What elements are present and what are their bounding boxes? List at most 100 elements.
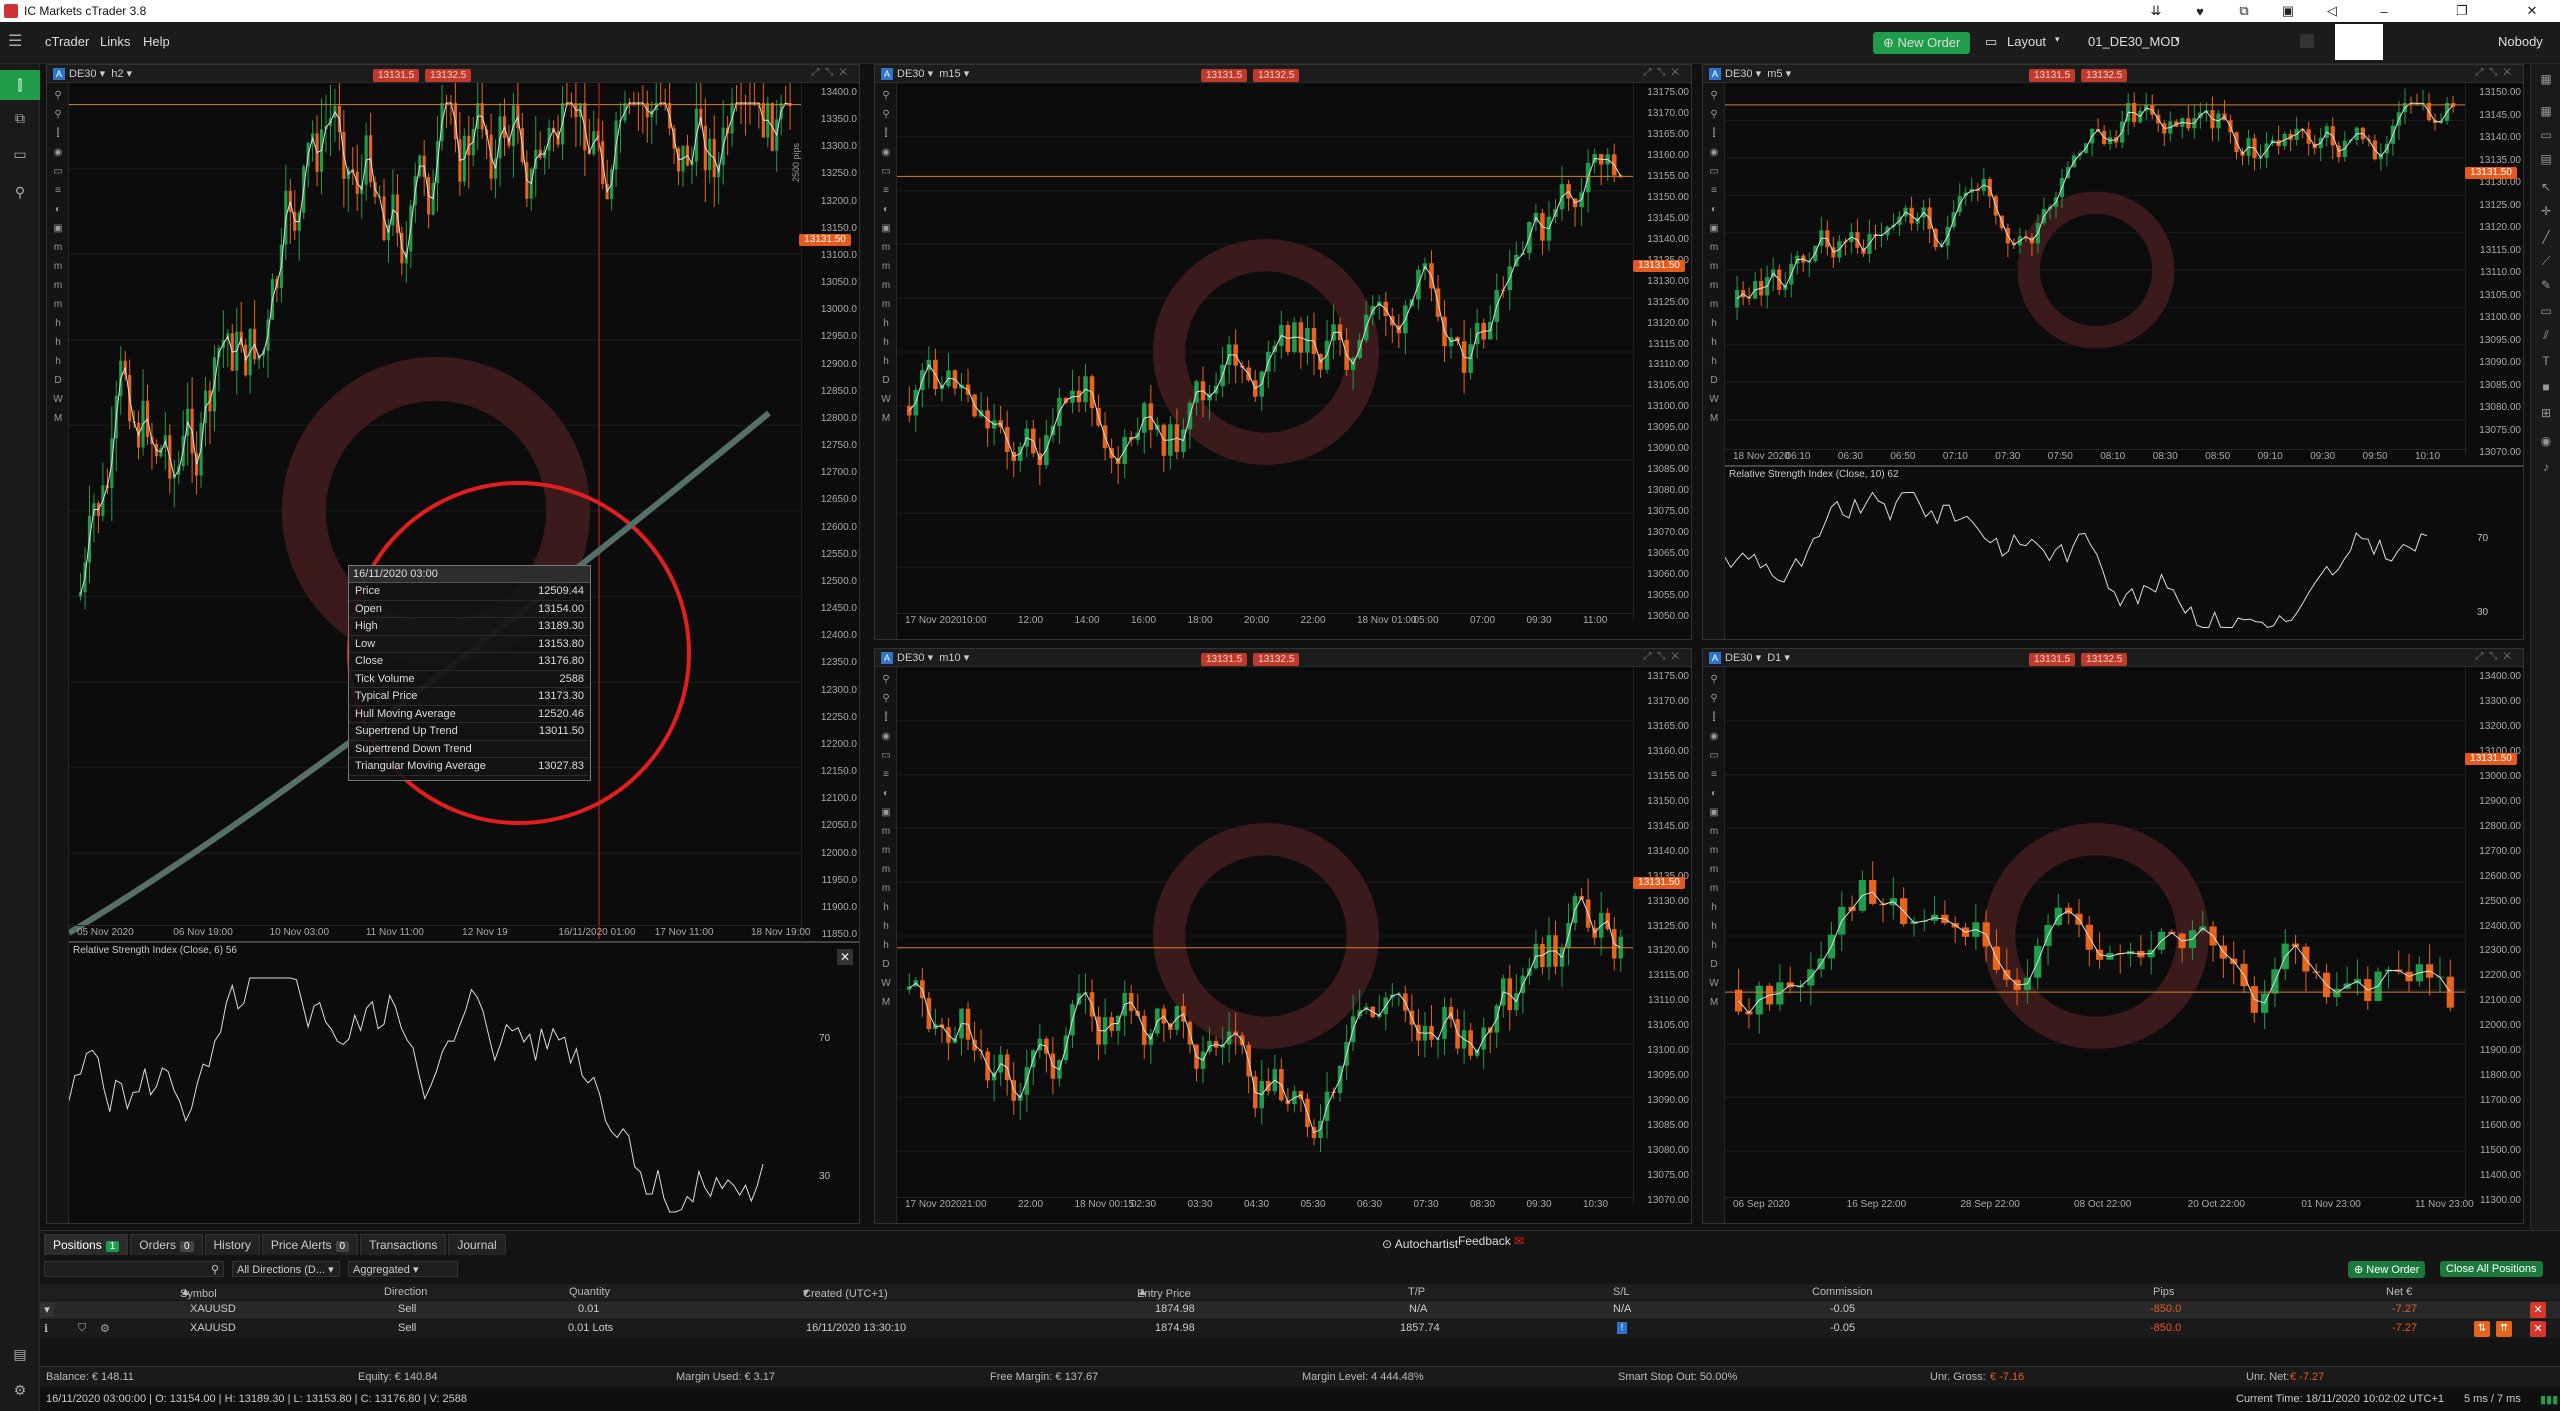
chart-timeframe[interactable]: D1 — [1767, 652, 1781, 664]
chart-tool-icon[interactable]: ⫿ — [51, 127, 65, 140]
ask-tag[interactable]: 13132.5 — [1253, 653, 1300, 666]
menu-links[interactable]: Links — [100, 34, 130, 49]
chart-symbol[interactable]: DE30 — [1725, 68, 1753, 80]
time-axis[interactable]: 05 Nov 2020 06 Nov 19:00 10 Nov 03:00 11 No… — [69, 925, 811, 939]
chart-tool-icon[interactable]: h — [1707, 336, 1721, 349]
price-plot[interactable] — [1725, 667, 2467, 1205]
price-plot[interactable] — [1725, 83, 2467, 457]
chart-tool-icon[interactable]: ◉ — [1707, 730, 1721, 743]
chart-tool-icon[interactable]: ≡ — [879, 768, 893, 781]
reverse-position-button[interactable]: ⇅ — [2474, 1321, 2490, 1337]
theme-icon[interactable] — [2300, 34, 2314, 48]
chart-tool-icon[interactable]: W — [51, 393, 65, 406]
chart-tool-icon[interactable]: ▭ — [1707, 749, 1721, 762]
chart-tool-icon[interactable]: ▣ — [1707, 222, 1721, 235]
chart-tool-icon[interactable]: m — [1707, 825, 1721, 838]
chart-tool-icon[interactable]: ▭ — [1707, 165, 1721, 178]
chart-tool-icon[interactable]: ▭ — [51, 165, 65, 178]
chart-timeframe[interactable]: h2 — [111, 68, 123, 80]
chart-tool-icon[interactable]: h — [51, 317, 65, 330]
col-created[interactable]: Created (UTC+1) ▾ — [803, 1286, 888, 1300]
chart-tool-icon[interactable]: ◐ — [1707, 203, 1721, 216]
copy-icon[interactable]: ⧉ — [2222, 0, 2266, 22]
close-position-group-button[interactable]: ✕ — [2530, 1302, 2546, 1318]
price-axis[interactable]: 13400.00 13300.00 13200.00 13100.00 13000.00… — [2465, 667, 2523, 1206]
chart-tool-icon[interactable]: ⚲ — [1707, 673, 1721, 686]
sl-edit-icon[interactable]: ! — [1617, 1322, 1627, 1334]
chart-tool-icon[interactable]: m — [51, 260, 65, 273]
alert-bell-icon[interactable]: ♪ — [2538, 460, 2554, 474]
chart-tool-icon[interactable]: m — [1707, 844, 1721, 857]
price-plot[interactable] — [897, 667, 1635, 1205]
time-axis[interactable]: 06 Sep 2020 16 Sep 22:00 28 Sep 22:00 08 Oc… — [1725, 1197, 2474, 1211]
autochartist-button[interactable]: ⊙ Autochartist — [1382, 1237, 1458, 1251]
chart-tool-icon[interactable]: M — [1707, 412, 1721, 425]
menu-help[interactable]: Help — [143, 34, 170, 49]
price-plot[interactable] — [897, 83, 1635, 621]
close-icon[interactable]: ✕ — [2510, 0, 2554, 22]
chart-tool-icon[interactable]: ◐ — [879, 787, 893, 800]
chart-window-de30-m10[interactable]: A DE30 ▾ m10 ▾ ⤢⤡✕ ⚲ ⚲ ⫿ ◉ ▭ ≡ ◐ ▣ m m m m h h h D W M 13… — [874, 648, 1692, 1224]
chart-window-de30-m15[interactable]: A DE30 ▾ m15 ▾ ⤢⤡✕ ⚲ ⚲ ⫿ ◉ ▭ ≡ ◐ ▣ m m m m h h h D W M 13… — [874, 64, 1692, 640]
col-tp[interactable]: T/P — [1408, 1286, 1425, 1298]
chart-tool-icon[interactable]: ≡ — [51, 184, 65, 197]
chart-tool-icon[interactable]: m — [879, 279, 893, 292]
chart-tool-icon[interactable]: ⚲ — [879, 692, 893, 705]
close-all-positions-button[interactable]: Close All Positions — [2440, 1261, 2543, 1277]
chart-layout-icon[interactable]: ▦ — [2538, 72, 2554, 86]
ask-tag[interactable]: 13132.5 — [1253, 69, 1300, 82]
chart-tool-icon[interactable]: m — [879, 863, 893, 876]
cursor-icon[interactable]: ↖ — [2538, 180, 2554, 194]
price-plot[interactable] — [69, 83, 803, 939]
new-order-button[interactable]: ⊕ New Order — [1873, 32, 1971, 54]
col-entry-price[interactable]: Entry Price ▲ — [1137, 1286, 1191, 1300]
copy-trade-icon[interactable]: ⧉ — [10, 110, 30, 128]
pencil-icon[interactable]: ✎ — [2538, 278, 2554, 292]
workspace-dropdown[interactable]: 01_DE30_MOD — [2088, 34, 2180, 49]
shield-icon[interactable]: ⛉ — [78, 1322, 86, 1335]
chart-tool-icon[interactable]: ◉ — [879, 146, 893, 159]
chart-tool-icon[interactable]: W — [879, 977, 893, 990]
bid-tag[interactable]: 13131.5 — [2029, 653, 2076, 666]
chart-tool-icon[interactable]: ⚲ — [1707, 108, 1721, 121]
tab-transactions[interactable]: Transactions — [360, 1234, 447, 1255]
col-direction[interactable]: Direction — [384, 1286, 427, 1298]
chart-symbol[interactable]: DE30 — [1725, 652, 1753, 664]
chart-tool-icon[interactable]: h — [1707, 317, 1721, 330]
chart-tool-icon[interactable]: ⫿ — [1707, 711, 1721, 724]
ruler-icon[interactable]: ⊞ — [2538, 406, 2554, 420]
chart-tool-icon[interactable]: D — [879, 374, 893, 387]
tile-icon[interactable]: ▤ — [2538, 152, 2554, 166]
chart-tool-icon[interactable]: M — [879, 996, 893, 1009]
chart-timeframe[interactable]: m10 — [939, 652, 960, 664]
chart-tool-icon[interactable]: ⚲ — [1707, 89, 1721, 102]
price-axis[interactable]: 13150.00 13145.00 13140.00 13135.00 13130.00… — [2465, 83, 2523, 458]
chart-tool-icon[interactable]: ⚲ — [1707, 692, 1721, 705]
chart-tool-icon[interactable]: m — [51, 279, 65, 292]
chart-tool-icon[interactable]: ≡ — [1707, 184, 1721, 197]
camera-icon[interactable]: ▣ — [2266, 0, 2310, 22]
chart-tool-icon[interactable]: ▭ — [879, 749, 893, 762]
crosshair-icon[interactable]: ✛ — [2538, 204, 2554, 218]
window-icon[interactable]: ▭ — [2538, 128, 2554, 142]
bid-tag[interactable]: 13131.5 — [1201, 69, 1248, 82]
price-axis[interactable]: 13175.00 13170.00 13165.00 13160.00 13155.00… — [1633, 83, 1691, 622]
settings-gear-icon[interactable]: ⚙ — [10, 1382, 30, 1400]
channel-icon[interactable]: ⫽ — [2538, 328, 2554, 342]
chart-tool-icon[interactable]: ◉ — [51, 146, 65, 159]
col-sl[interactable]: S/L — [1613, 1286, 1630, 1298]
chart-tool-icon[interactable]: m — [1707, 260, 1721, 273]
chart-tool-icon[interactable]: h — [1707, 901, 1721, 914]
chart-tool-icon[interactable]: ▣ — [879, 222, 893, 235]
chart-tool-icon[interactable]: ▭ — [879, 165, 893, 178]
heart-icon[interactable]: ♥ — [2178, 0, 2222, 22]
position-row[interactable]: ℹ ⛉ ⚙ XAUUSD Sell 0.01 Lots 16/11/2020 1… — [40, 1320, 2560, 1338]
time-axis[interactable]: 17 Nov 2020 21:00 22:00 18 Nov 00:15 02:30 03… — [897, 1197, 1635, 1211]
chart-tool-icon[interactable]: h — [1707, 939, 1721, 952]
chart-tool-icon[interactable]: ⚲ — [879, 673, 893, 686]
window-controls-icon[interactable]: ⤢⤡✕ — [811, 67, 853, 78]
rsi-panel[interactable]: Relative Strength Index (Close, 6) 56 ✕ … — [69, 941, 859, 1223]
chart-tool-icon[interactable]: m — [1707, 241, 1721, 254]
chart-tool-icon[interactable]: h — [879, 336, 893, 349]
chart-tool-icon[interactable]: ◉ — [879, 730, 893, 743]
